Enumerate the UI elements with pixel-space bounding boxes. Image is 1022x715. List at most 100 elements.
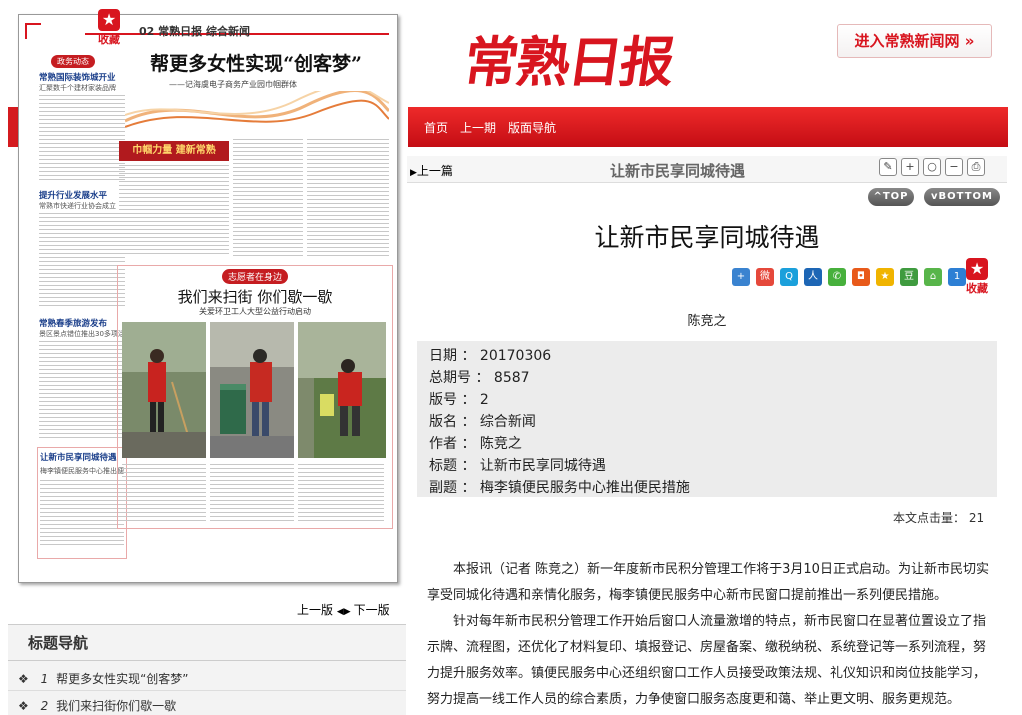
douban-icon[interactable]: 豆 xyxy=(900,268,918,286)
article-title: 让新市民享同城待遇 xyxy=(594,223,820,252)
brief4-box[interactable]: 让新市民享同城待遇 梅李镇便民服务中心推出便民措施 xyxy=(37,447,127,559)
pager-arrows-icon: ◀▶ xyxy=(336,607,354,617)
brief4-body xyxy=(40,480,124,548)
bottom-button[interactable]: vBOTTOM xyxy=(924,188,1000,206)
meta-date-row: 日期 ： 20170306 xyxy=(429,345,551,365)
zoom-in-icon[interactable]: + xyxy=(901,158,919,176)
ribbon-graphic xyxy=(125,91,389,128)
newspaper-page[interactable]: 02 常熟日报 综合新闻 政务动态 常熟国际装饰城开业 汇聚数千个建材家装品牌 … xyxy=(18,14,398,583)
meta-page-name-row: 版名 ： 综合新闻 xyxy=(429,411,536,431)
meta-value: 综合新闻 xyxy=(479,414,536,430)
prev-page-link[interactable]: 上一版 xyxy=(297,603,333,617)
edit-icon[interactable]: ✎ xyxy=(879,158,897,176)
article-body: 本报讯（记者 陈竞之）新一年度新市民积分管理工作将于3月10日正式启动。为让新市… xyxy=(427,557,993,713)
item-text: 帮更多女性实现“创客梦” xyxy=(56,672,189,686)
zoom-reset-icon[interactable]: ○ xyxy=(923,158,941,176)
article-meta-box: 日期 ： 20170306 总期号 ： 8587 版号 ： 2 版名 ： 综合新… xyxy=(417,341,997,497)
diamond-bullet-icon: ❖ xyxy=(18,672,29,686)
zoom-out-icon[interactable]: − xyxy=(945,158,963,176)
wechat-icon[interactable]: ✆ xyxy=(828,268,846,286)
meta-subtitle-row: 副题 ： 梅李镇便民服务中心推出便民措施 xyxy=(429,477,690,497)
prev-article-link[interactable]: ▶上一篇 xyxy=(410,162,453,179)
brief4-sub: 梅李镇便民服务中心推出便民措施 xyxy=(40,467,124,475)
brief2-sub: 常熟市快递行业协会成立 xyxy=(39,202,116,210)
brief3-title[interactable]: 常熟春季旅游发布 xyxy=(39,317,107,329)
paper-headline[interactable]: 帮更多女性实现“创客梦” xyxy=(125,49,387,76)
meta-label: 标题 ： xyxy=(429,458,476,474)
brief2-title[interactable]: 提升行业发展水平 xyxy=(39,189,107,201)
title-nav-item[interactable]: ❖ 2 我们来扫街你们歇一歇 xyxy=(18,697,176,714)
star-share-icon[interactable]: ★ xyxy=(876,268,894,286)
article-col-1 xyxy=(119,165,229,257)
meta-label: 作者 ： xyxy=(429,436,476,452)
meta-page-no-row: 版号 ： 2 xyxy=(429,389,489,409)
photo-1 xyxy=(122,322,206,458)
enter-news-site-button[interactable]: 进入常熟新闻网 » xyxy=(837,24,992,58)
item-number: 2 xyxy=(40,699,49,713)
diamond-bullet-icon: ❖ xyxy=(18,699,29,713)
photo-2 xyxy=(210,322,294,458)
brief2-body xyxy=(39,213,125,309)
article-bar-title: 让新市民享同城待遇 xyxy=(610,162,746,180)
prev-article-label: 上一篇 xyxy=(416,164,453,178)
top-button[interactable]: ^TOP xyxy=(868,188,914,206)
weibo-icon[interactable]: 微 xyxy=(756,268,774,286)
feature-col-1 xyxy=(122,464,206,522)
star-icon: ★ xyxy=(966,258,988,280)
next-page-link[interactable]: 下一版 xyxy=(354,603,390,617)
feature-col-3 xyxy=(298,464,384,522)
brief-tag: 政务动态 xyxy=(51,55,95,68)
meta-value: 让新市民享同城待遇 xyxy=(479,458,606,474)
meta-issue-row: 总期号 ： 8587 xyxy=(429,367,530,387)
meta-title-row: 标题 ： 让新市民享同城待遇 xyxy=(429,455,606,475)
feature-col-2 xyxy=(210,464,294,522)
photo-3 xyxy=(298,322,386,458)
nav-prev-issue-link[interactable]: 上一期 xyxy=(460,119,496,136)
edition-line: 02 常熟日报 综合新闻 xyxy=(139,25,250,38)
paper-favorite-button[interactable]: ★ 收藏 xyxy=(94,9,124,47)
share-box-icon[interactable]: ◘ xyxy=(852,268,870,286)
print-icon[interactable]: ⎙ xyxy=(967,158,985,176)
meta-label: 副题 ： xyxy=(429,480,476,496)
title-nav-divider-2 xyxy=(8,690,406,691)
page-pager: 上一版 ◀▶ 下一版 xyxy=(297,601,390,618)
meta-value: 梅李镇便民服务中心推出便民措施 xyxy=(479,480,690,496)
left-column: 政务动态 常熟国际装饰城开业 汇聚数千个建材家装品牌 提升行业发展水平 常熟市快… xyxy=(37,51,132,559)
paper-favorite-label: 收藏 xyxy=(98,33,120,46)
masthead-logo: 常熟日报 xyxy=(459,30,677,94)
article-favorite-label: 收藏 xyxy=(966,282,988,295)
article-favorite-button[interactable]: ★ 收藏 xyxy=(962,258,992,296)
brief1-body xyxy=(39,95,125,181)
triangle-right-icon: ▶ xyxy=(410,168,417,178)
click-count-value: 21 xyxy=(968,511,985,525)
meta-label: 版名 ： xyxy=(429,414,476,430)
kaixin-icon[interactable]: ⌂ xyxy=(924,268,942,286)
renren-icon[interactable]: 人 xyxy=(804,268,822,286)
enter-site-label: 进入常熟新闻网 xyxy=(854,32,960,50)
qzone-icon[interactable]: Q xyxy=(780,268,798,286)
meta-author-row: 作者 ： 陈竞之 xyxy=(429,433,522,453)
meta-value: 20170306 xyxy=(479,348,552,364)
caret-down-icon: v xyxy=(931,191,939,202)
click-count: 本文点击量： 21 xyxy=(893,509,984,526)
title-nav-heading: 标题导航 xyxy=(28,634,89,652)
caret-up-icon: ^ xyxy=(873,191,883,202)
feature-box[interactable]: 志愿者在身边 我们来扫街 你们歇一歇 关爱环卫工人大型公益行动启动 xyxy=(117,265,393,529)
brief4-title: 让新市民享同城待遇 xyxy=(40,453,117,463)
article-paragraph: 针对每年新市民积分管理工作开始后窗口人流量激增的特点，新市民窗口在显著位置设立了… xyxy=(427,614,987,707)
share-plus-icon[interactable]: + xyxy=(732,268,750,286)
paper-subheadline: ——记海虞电子商务产业园巾帼群体 xyxy=(169,80,297,89)
nav-bar-left-strip xyxy=(8,107,18,147)
paper-banner: 巾帼力量 建新常熟 xyxy=(119,141,229,161)
feature-title: 我们来扫街 你们歇一歇 xyxy=(177,288,333,306)
meta-value: 2 xyxy=(479,392,489,408)
item-number: 1 xyxy=(40,672,49,686)
brief1-title[interactable]: 常熟国际装饰城开业 xyxy=(39,71,116,83)
title-nav-item[interactable]: ❖ 1 帮更多女性实现“创客梦” xyxy=(18,670,189,687)
top-button-label: TOP xyxy=(882,191,909,202)
nav-home-link[interactable]: 首页 xyxy=(424,119,448,136)
nav-page-guide-link[interactable]: 版面导航 xyxy=(508,119,556,136)
meta-label: 总期号 ： xyxy=(429,370,490,386)
feature-subtitle: 关爱环卫工人大型公益行动启动 xyxy=(199,307,311,316)
volunteer-tag: 志愿者在身边 xyxy=(222,269,289,284)
